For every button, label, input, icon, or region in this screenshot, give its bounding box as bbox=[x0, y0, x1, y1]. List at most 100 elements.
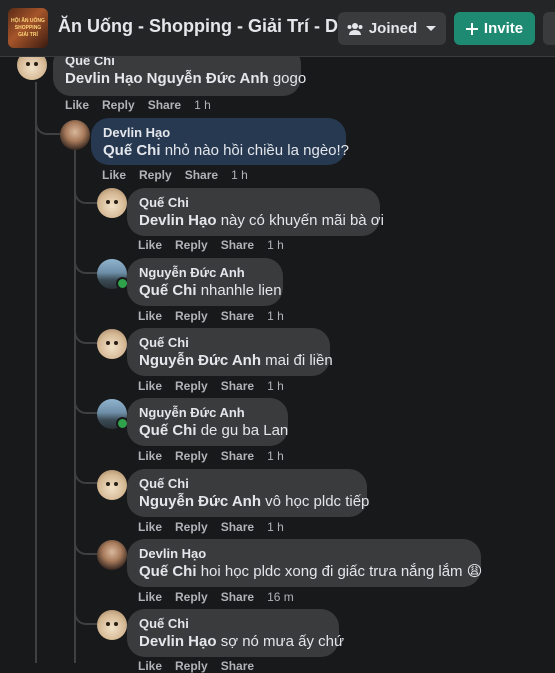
reply-button[interactable]: Reply bbox=[175, 238, 208, 252]
reply-button[interactable]: Reply bbox=[102, 98, 135, 112]
reply-connector bbox=[74, 250, 98, 274]
share-button[interactable]: Share bbox=[221, 379, 254, 393]
reply-button[interactable]: Reply bbox=[175, 449, 208, 463]
timestamp[interactable]: 1 h bbox=[267, 238, 284, 252]
comment-bubble: Quế Chi Nguyễn Đức Anh vô học pldc tiếp bbox=[127, 469, 370, 517]
like-button[interactable]: Like bbox=[138, 520, 162, 534]
avatar[interactable] bbox=[60, 120, 90, 150]
comment-author[interactable]: Nguyễn Đức Anh bbox=[139, 405, 276, 421]
share-button[interactable]: Share bbox=[148, 98, 181, 112]
reply-connector bbox=[74, 180, 98, 204]
comment-text: Nguyễn Đức Anh vô học pldc tiếp bbox=[139, 493, 370, 510]
share-button[interactable]: Share bbox=[221, 590, 254, 604]
timestamp[interactable]: 1 h bbox=[267, 520, 284, 534]
timestamp[interactable]: 1 h bbox=[267, 309, 284, 323]
thumb-text: HỘI ĂN UỐNG bbox=[11, 18, 45, 24]
share-button[interactable]: Share bbox=[221, 520, 254, 534]
mention[interactable]: Quế Chi bbox=[139, 282, 197, 299]
comment-author[interactable]: Quế Chi bbox=[139, 616, 327, 632]
reply-button[interactable]: Reply bbox=[175, 659, 208, 673]
mention[interactable]: Devlin Hạo bbox=[139, 633, 217, 650]
avatar[interactable] bbox=[97, 540, 127, 570]
avatar[interactable] bbox=[97, 470, 127, 500]
invite-label: Invite bbox=[483, 20, 524, 37]
timestamp[interactable]: 1 h bbox=[267, 379, 284, 393]
share-button[interactable]: Share bbox=[221, 449, 254, 463]
plus-icon bbox=[465, 22, 478, 35]
mention[interactable]: Devlin Hạo bbox=[139, 212, 217, 229]
reply-button[interactable]: Reply bbox=[175, 590, 208, 604]
reply-button[interactable]: Reply bbox=[175, 520, 208, 534]
comment-actions: Like Reply Share 1 h bbox=[138, 379, 297, 393]
timestamp[interactable]: 1 h bbox=[194, 98, 211, 112]
comment-bubble: Quế Chi Devlin Hạo này có khuyến mãi bà … bbox=[127, 188, 384, 236]
comment-author[interactable]: Devlin Hạo bbox=[139, 546, 469, 562]
comment-actions: Like Reply Share 1 h bbox=[65, 98, 224, 112]
comment-text: Quế Chi nhanhle lien bbox=[139, 282, 282, 299]
comment-text: Devlin Hạo sợ nó mưa ấy chứ bbox=[139, 633, 344, 650]
timestamp[interactable]: 1 h bbox=[231, 168, 248, 182]
comment-author[interactable]: Nguyễn Đức Anh bbox=[139, 265, 271, 281]
comment-text: Quế Chi hoi học pldc xong đi giấc trưa n… bbox=[139, 563, 483, 580]
reply-button[interactable]: Reply bbox=[175, 309, 208, 323]
mention[interactable]: Quế Chi bbox=[139, 563, 197, 580]
share-button[interactable]: Share bbox=[185, 168, 218, 182]
like-button[interactable]: Like bbox=[138, 238, 162, 252]
comment-actions: Like Reply Share 1 h bbox=[138, 238, 297, 252]
comment-bubble: Quế Chi Nguyễn Đức Anh mai đi liền bbox=[127, 328, 333, 376]
group-title[interactable]: Ăn Uống - Shopping - Giải Trí - D... bbox=[58, 16, 353, 37]
comment-bubble-highlighted: Devlin Hạo Quế Chi nhỏ nào hồi chiều la … bbox=[91, 118, 350, 165]
comment-author[interactable]: Quế Chi bbox=[139, 335, 318, 351]
group-cover-thumbnail[interactable]: HỘI ĂN UỐNG SHOPPING GIẢI TRÍ bbox=[8, 8, 48, 48]
thumb-text: SHOPPING bbox=[14, 25, 42, 31]
like-button[interactable]: Like bbox=[65, 98, 89, 112]
like-button[interactable]: Like bbox=[138, 590, 162, 604]
comment-actions: Like Reply Share 1 h bbox=[102, 168, 261, 182]
comment-actions: Like Reply Share 1 h bbox=[138, 309, 297, 323]
comment-bubble: Nguyễn Đức Anh Quế Chi nhanhle lien bbox=[127, 258, 283, 306]
share-button[interactable]: Share bbox=[221, 309, 254, 323]
timestamp[interactable]: 16 m bbox=[267, 590, 294, 604]
timestamp[interactable]: 1 h bbox=[267, 449, 284, 463]
comment-actions: Like Reply Share 1 h bbox=[138, 520, 297, 534]
group-header: HỘI ĂN UỐNG SHOPPING GIẢI TRÍ Ăn Uống - … bbox=[0, 0, 555, 57]
avatar[interactable] bbox=[97, 329, 127, 359]
invite-button[interactable]: Invite bbox=[454, 12, 535, 45]
reply-connector bbox=[74, 601, 98, 625]
comment-text: Nguyễn Đức Anh mai đi liền bbox=[139, 352, 333, 369]
comment-author[interactable]: Devlin Hạo bbox=[103, 125, 334, 141]
mention[interactable]: Devlin Hạo Nguyễn Đức Anh bbox=[65, 70, 269, 87]
comment-actions: Like Reply Share bbox=[138, 659, 267, 673]
reply-connector bbox=[74, 460, 98, 484]
mention[interactable]: Nguyễn Đức Anh bbox=[139, 493, 261, 510]
thread-line bbox=[35, 82, 37, 663]
mention[interactable]: Nguyễn Đức Anh bbox=[139, 352, 261, 369]
reply-button[interactable]: Reply bbox=[139, 168, 172, 182]
group-members-icon bbox=[347, 22, 363, 35]
comment-author[interactable]: Quế Chi bbox=[139, 195, 368, 211]
comment-text: Quế Chi nhỏ nào hồi chiều la ngèo!? bbox=[103, 142, 350, 159]
avatar[interactable] bbox=[97, 610, 127, 640]
joined-button[interactable]: Joined bbox=[338, 12, 446, 45]
comment-bubble: Devlin Hạo Quế Chi hoi học pldc xong đi … bbox=[127, 539, 483, 587]
share-button[interactable]: Share bbox=[221, 238, 254, 252]
like-button[interactable]: Like bbox=[138, 659, 162, 673]
like-button[interactable]: Like bbox=[138, 379, 162, 393]
mention[interactable]: Quế Chi bbox=[139, 422, 197, 439]
avatar[interactable] bbox=[97, 188, 127, 218]
joined-label: Joined bbox=[368, 20, 418, 37]
share-button[interactable]: Share bbox=[221, 659, 254, 673]
like-button[interactable]: Like bbox=[138, 309, 162, 323]
reply-button[interactable]: Reply bbox=[175, 379, 208, 393]
chevron-down-icon bbox=[426, 25, 437, 31]
mention[interactable]: Quế Chi bbox=[103, 142, 161, 159]
like-button[interactable]: Like bbox=[138, 449, 162, 463]
reply-connector bbox=[74, 320, 98, 344]
comment-author[interactable]: Quế Chi bbox=[139, 476, 355, 492]
thumb-text: GIẢI TRÍ bbox=[18, 32, 38, 38]
comment-text: Quế Chi de gu ba Lan bbox=[139, 422, 289, 439]
like-button[interactable]: Like bbox=[102, 168, 126, 182]
comment-bubble: Quế Chi Devlin Hạo sợ nó mưa ấy chứ bbox=[127, 609, 344, 657]
comment-text: Devlin Hạo này có khuyến mãi bà ơi bbox=[139, 212, 384, 229]
more-options-button[interactable] bbox=[543, 12, 555, 45]
